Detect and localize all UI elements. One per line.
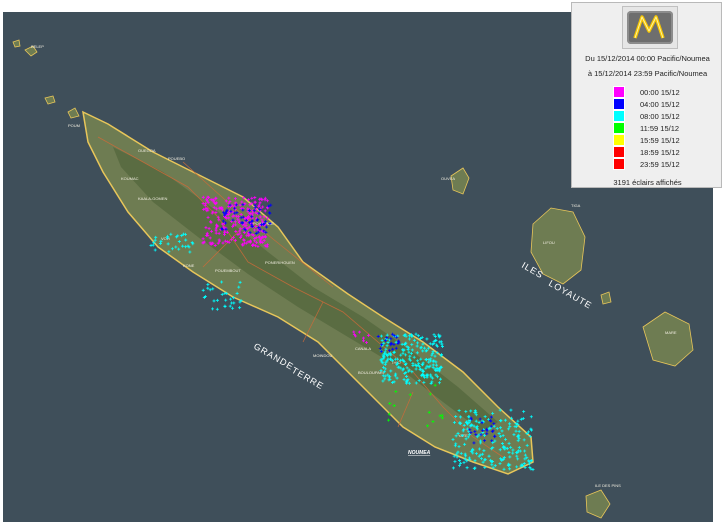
place-moindou: MOINDOU [313,353,332,358]
legend-label: 23:59 15/12 [640,159,680,169]
legend-row: 18:59 15/12 [613,146,680,158]
legend-swatch [613,86,625,98]
place-ouegoa: OUEGOA [138,148,156,153]
legend-row: 11:59 15/12 [613,122,680,134]
legend-row: 23:59 15/12 [613,158,680,170]
legend-swatch [613,134,625,146]
legend-label: 00:00 15/12 [640,87,680,97]
period-from: Du 15/12/2014 00:00 Pacific/Noumea [585,54,710,63]
place-kaala-gomen: KAALA-GOMEN [138,196,167,201]
legend-label: 11:59 15/12 [640,123,680,133]
place-lifou: LIFOU [543,240,555,245]
place-canala: CANALA [355,346,371,351]
place-ponerihouen: PONERIHOUEN [265,260,295,265]
legend-panel: Du 15/12/2014 00:00 Pacific/Noumea à 15/… [571,2,722,188]
place-ouvea: OUVEA [441,176,455,181]
legend-items: 00:00 15/12 04:00 15/12 08:00 15/12 11:59 1… [613,86,680,170]
legend-swatch [613,110,625,122]
legend-row: 15:59 15/12 [613,134,680,146]
place-poum: POUM [68,123,80,128]
legend-swatch [613,158,625,170]
strike-count: 3191 éclairs affichés [613,178,682,187]
place-voh: VOH [161,236,170,241]
place-tiga: TIGA [571,203,581,208]
legend-swatch [613,122,625,134]
place-pouembout: POUEMBOUT [215,268,241,273]
legend-swatch [613,98,625,110]
logo-button[interactable] [622,6,678,49]
place-koumac: KOUMAC [121,176,139,181]
period-to: à 15/12/2014 23:59 Pacific/Noumea [587,69,708,78]
place-ile-des-pins: ILE DES PINS [595,483,621,488]
legend-label: 04:00 15/12 [640,99,680,109]
place-belep: BELEP [31,44,44,49]
legend-label: 15:59 15/12 [640,135,680,145]
legend-row: 08:00 15/12 [613,110,680,122]
legend-label: 08:00 15/12 [640,111,680,121]
legend-label: 18:59 15/12 [640,147,680,157]
place-pouebo: POUEBO [168,156,185,161]
place-kone: KONE [183,263,195,268]
meteo-france-logo-icon [627,11,673,44]
legend-swatch [613,146,625,158]
legend-row: 04:00 15/12 [613,98,680,110]
capital-noumea: NOUMEA [408,450,431,456]
place-mare: MARE [665,330,677,335]
legend-row: 00:00 15/12 [613,86,680,98]
